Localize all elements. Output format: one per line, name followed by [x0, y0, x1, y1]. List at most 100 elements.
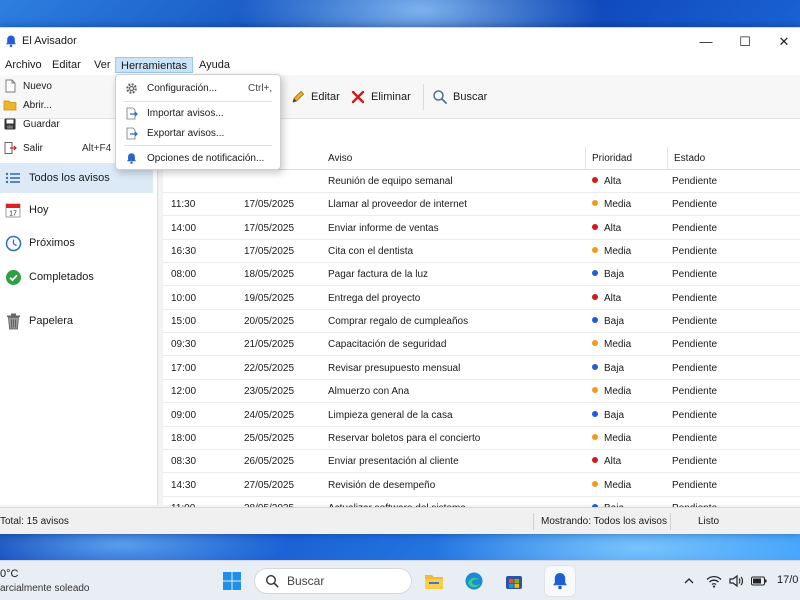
cell-prioridad: Alta: [592, 287, 621, 310]
search-button[interactable]: Buscar: [432, 86, 487, 108]
priority-dot-icon: [592, 387, 598, 394]
maximize-button[interactable]: ☐: [727, 28, 763, 55]
list-icon: [4, 169, 22, 187]
priority-label: Media: [604, 386, 632, 398]
priority-dot-icon: [592, 340, 598, 347]
cell-fecha: 17/05/2025: [244, 222, 295, 234]
taskbar-clock[interactable]: 17/0: [777, 574, 798, 586]
cell-hora: 14:00: [171, 222, 197, 234]
cell-estado: Pendiente: [672, 222, 718, 234]
column-header-aviso[interactable]: Aviso: [322, 147, 586, 170]
delete-button-label: Eliminar: [371, 91, 411, 103]
tray-overflow-chevron-icon[interactable]: [681, 573, 697, 589]
cell-aviso: Comprar regalo de cumpleaños: [328, 316, 469, 328]
column-header-prioridad[interactable]: Prioridad: [586, 147, 668, 170]
menu-ayuda[interactable]: Ayuda: [194, 57, 235, 73]
file-explorer-taskbar-button[interactable]: [421, 568, 447, 594]
cell-prioridad: Media: [592, 333, 631, 356]
svg-text:17: 17: [9, 211, 17, 218]
cell-estado: Pendiente: [672, 292, 718, 304]
avisador-taskbar-button[interactable]: [545, 566, 575, 596]
priority-label: Alta: [604, 176, 622, 187]
tools-menu-settings[interactable]: Configuración... Ctrl+,: [116, 78, 280, 98]
table-row[interactable]: 10:00 19/05/2025 Entrega del proyecto Alta P…: [163, 287, 800, 310]
cell-aviso: Limpieza general de la casa: [328, 409, 453, 421]
priority-dot-icon: [592, 457, 598, 464]
cell-prioridad: Baja: [592, 263, 624, 286]
table-row[interactable]: 17:00 22/05/2025 Revisar presupuesto mensu…: [163, 357, 800, 380]
priority-dot-icon: [592, 480, 598, 487]
column-header-estado[interactable]: Estado: [668, 147, 800, 170]
table-row[interactable]: 14:00 17/05/2025 Enviar informe de ventas A…: [163, 217, 800, 240]
table-row[interactable]: 18:00 25/05/2025 Reservar boletos para el …: [163, 427, 800, 450]
cell-prioridad: Media: [592, 193, 631, 216]
store-taskbar-button[interactable]: [501, 568, 527, 594]
nav-trash[interactable]: Papelera: [0, 306, 153, 336]
table-row[interactable]: 09:00 24/05/2025 Limpieza general de la ca…: [163, 404, 800, 427]
delete-button[interactable]: Eliminar: [350, 86, 411, 108]
tools-menu-import[interactable]: Importar avisos...: [116, 103, 280, 123]
nav-completed-label: Completados: [29, 271, 94, 283]
store-icon: [506, 576, 522, 589]
bell-app-icon: [6, 35, 16, 48]
table-row[interactable]: Reunión de equipo semanal Alta Pendiente: [163, 170, 800, 193]
tools-menu-notifications[interactable]: Opciones de notificación...: [116, 148, 280, 168]
nav-today[interactable]: 17 Hoy: [0, 195, 153, 225]
table-row[interactable]: 11:30 17/05/2025 Llamar al proveedor de in…: [163, 193, 800, 217]
edge-taskbar-button[interactable]: [461, 568, 487, 594]
cell-estado: Pendiente: [672, 432, 718, 444]
status-separator: [533, 513, 534, 530]
cell-estado: Pendiente: [672, 316, 718, 328]
table-row[interactable]: 12:00 23/05/2025 Almuerzo con Ana Media Pend…: [163, 380, 800, 404]
cell-hora: 10:00: [171, 292, 197, 304]
title-bar[interactable]: El Avisador — ☐ ✕: [0, 28, 800, 55]
table-row[interactable]: 08:00 18/05/2025 Pagar factura de la luz Ba…: [163, 263, 800, 287]
priority-label: Baja: [604, 269, 625, 281]
table-row[interactable]: 16:30 17/05/2025 Cita con el dentista Media…: [163, 240, 800, 264]
nav-trash-label: Papelera: [29, 315, 74, 327]
table-row[interactable]: 08:30 26/05/2025 Enviar presentación al cl…: [163, 450, 800, 474]
menu-herramientas[interactable]: Herramientas: [115, 57, 194, 73]
priority-dot-icon: [592, 410, 598, 417]
exit-icon: [4, 142, 17, 154]
export-icon: [124, 126, 138, 140]
table-row[interactable]: 14:30 27/05/2025 Revisión de desempeño Medi…: [163, 474, 800, 497]
edit-button[interactable]: Editar: [290, 86, 340, 108]
nav-all-reminders-label: Todos los avisos: [29, 172, 110, 184]
delete-x-icon: [351, 90, 365, 104]
wifi-icon[interactable]: [706, 573, 722, 589]
priority-label: Alta: [604, 222, 622, 234]
weather-description[interactable]: arcialmente soleado: [0, 583, 90, 594]
taskbar-search-box[interactable]: Buscar: [254, 568, 412, 594]
volume-icon[interactable]: [728, 573, 744, 589]
window-title: El Avisador: [22, 35, 77, 47]
file-menu-new-label: Nuevo: [23, 80, 52, 92]
left-panel: Nuevo Abrir... Guardar Salir Alt+F4 Todo…: [0, 79, 158, 505]
start-button[interactable]: [219, 568, 245, 594]
cell-hora: 18:00: [171, 432, 197, 444]
cell-hora: 14:30: [171, 479, 197, 491]
table-row[interactable]: 09:30 21/05/2025 Capacitación de seguridad…: [163, 333, 800, 357]
cell-estado: Pendiente: [672, 386, 718, 398]
menu-archivo[interactable]: Archivo: [0, 57, 47, 73]
nav-completed[interactable]: Completados: [0, 262, 153, 292]
menu-editar[interactable]: Editar: [47, 57, 86, 73]
folder-icon: [3, 100, 17, 111]
table-row[interactable]: 15:00 20/05/2025 Comprar regalo de cumplea…: [163, 310, 800, 334]
nav-upcoming[interactable]: Próximos: [0, 228, 153, 258]
tools-menu-export[interactable]: Exportar avisos...: [116, 123, 280, 143]
battery-icon[interactable]: [751, 573, 767, 589]
priority-dot-icon: [592, 177, 598, 183]
cell-fecha: 17/05/2025: [244, 199, 295, 211]
close-button[interactable]: ✕: [766, 28, 800, 55]
cell-prioridad: Media: [592, 427, 631, 450]
menu-separator: [124, 101, 272, 102]
priority-dot-icon: [592, 433, 598, 440]
menu-ver[interactable]: Ver: [89, 57, 116, 73]
cell-estado: Pendiente: [672, 176, 718, 187]
tools-dropdown-menu: Configuración... Ctrl+, Importar avisos.…: [115, 74, 281, 170]
minimize-button[interactable]: —: [688, 28, 724, 55]
weather-temperature[interactable]: 0°C: [0, 568, 18, 580]
cell-hora: 11:30: [171, 199, 196, 211]
cell-fecha: 18/05/2025: [244, 269, 295, 281]
